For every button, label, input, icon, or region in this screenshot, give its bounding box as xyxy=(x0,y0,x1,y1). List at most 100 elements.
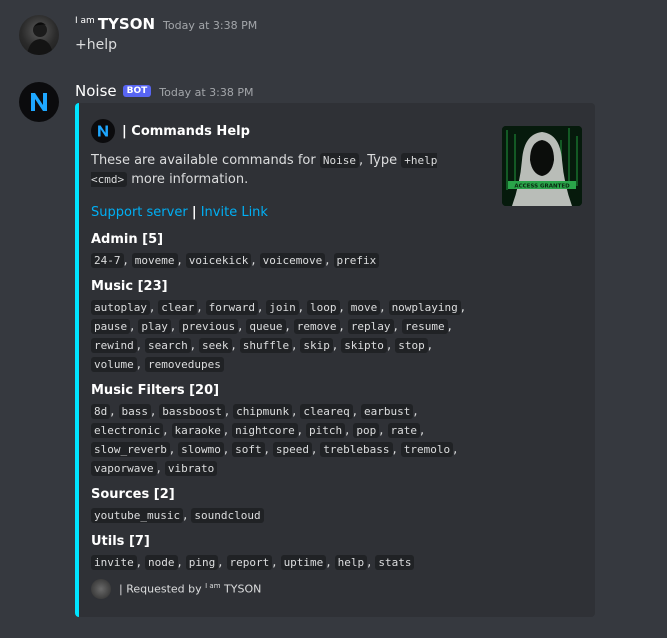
commands-embed: | Commands Help These are available comm… xyxy=(75,103,595,617)
embed-author: | Commands Help xyxy=(91,119,491,143)
field-title: Music [23] xyxy=(91,279,168,294)
command-code: pop xyxy=(353,423,380,438)
field-value: 8d, bass, bassboost, chipmunk, cleareq, … xyxy=(91,402,471,478)
command-code: karaoke xyxy=(171,423,224,438)
embed-field: Admin [5] 24-7, moveme, voicekick, voicem… xyxy=(91,231,491,270)
bot-message-header: Noise BOT Today at 3:38 PM xyxy=(75,82,253,104)
embed-field: Music [23] autoplay, clear, forward, join… xyxy=(91,278,491,374)
embed-fields: Admin [5] 24-7, moveme, voicekick, voicem… xyxy=(91,231,491,572)
command-code: help xyxy=(334,555,368,570)
command-code: moveme xyxy=(131,253,178,268)
command-code: queue xyxy=(246,319,286,334)
command-code: seek xyxy=(199,338,232,353)
command-code: youtube_music xyxy=(91,508,184,523)
command-code: skip xyxy=(300,338,333,353)
command-code: volume xyxy=(91,357,137,372)
command-code: clear xyxy=(158,300,198,315)
command-code: bass xyxy=(118,404,152,419)
user-avatar[interactable] xyxy=(19,15,59,55)
command-code: 8d xyxy=(91,404,111,419)
command-code: stop xyxy=(395,338,428,353)
field-value: youtube_music, soundcloud xyxy=(91,506,471,525)
command-code: loop xyxy=(307,300,340,315)
command-code: treblebass xyxy=(320,442,393,457)
embed-links: Support server | Invite Link xyxy=(91,205,491,223)
username-text: TYSON xyxy=(97,15,156,33)
command-code: soft xyxy=(232,442,265,457)
desc-code-bot: Noise xyxy=(319,153,359,168)
command-code: stats xyxy=(375,555,415,570)
command-code: previous xyxy=(179,319,239,334)
user-message-timestamp: Today at 3:38 PM xyxy=(163,19,258,32)
command-code: forward xyxy=(205,300,258,315)
command-code: bassboost xyxy=(159,404,225,419)
command-code: remove xyxy=(293,319,340,334)
noise-logo-icon xyxy=(98,125,108,137)
command-code: replay xyxy=(347,319,394,334)
chat-page: I am TYSON Today at 3:38 PM +help Noise B… xyxy=(0,0,667,638)
command-code: search xyxy=(145,338,191,353)
command-code: voicemove xyxy=(259,253,326,268)
desc-text-2: , Type xyxy=(358,153,402,168)
embed-field: Utils [7] invite, node, ping, report, upt… xyxy=(91,533,491,572)
thumbnail-caption: ACCESS GRANTED xyxy=(514,184,570,190)
command-code: speed xyxy=(272,442,313,457)
field-value: autoplay, clear, forward, join, loop, mo… xyxy=(91,298,471,374)
field-title: Sources [2] xyxy=(91,487,175,502)
command-code: nightcore xyxy=(232,423,298,438)
bot-message-timestamp: Today at 3:38 PM xyxy=(159,86,254,99)
embed-thumbnail[interactable]: ACCESS GRANTED xyxy=(502,126,582,206)
username-prefix: I am xyxy=(75,16,95,26)
command-code: pitch xyxy=(306,423,346,438)
command-code: ping xyxy=(185,555,219,570)
command-code: tremolo xyxy=(400,442,454,457)
command-code: shuffle xyxy=(239,338,293,353)
command-code: removedupes xyxy=(145,357,224,372)
command-code: slowmo xyxy=(178,442,224,457)
command-code: report xyxy=(226,555,273,570)
command-code: skipto xyxy=(341,338,387,353)
embed-author-name: | Commands Help xyxy=(122,123,250,139)
command-code: chipmunk xyxy=(233,404,293,419)
invite-link[interactable]: Invite Link xyxy=(201,205,268,220)
command-code: cleareq xyxy=(300,404,353,419)
command-code: slow_reverb xyxy=(91,442,170,457)
footer-name: TYSON xyxy=(220,582,262,596)
embed-field: Sources [2] youtube_music, soundcloud xyxy=(91,486,491,525)
command-code: rate xyxy=(387,423,421,438)
embed-footer: | Requested by I am TYSON xyxy=(91,579,261,599)
username[interactable]: I am TYSON xyxy=(75,15,155,33)
embed-description: These are available commands for Noise, … xyxy=(91,151,461,189)
command-code: pause xyxy=(91,319,131,334)
command-code: uptime xyxy=(280,555,327,570)
embed-author-icon xyxy=(91,119,115,143)
command-code: soundcloud xyxy=(191,508,264,523)
person-silhouette-icon xyxy=(27,22,53,55)
command-code: nowplaying xyxy=(388,300,461,315)
link-separator: | xyxy=(191,205,197,220)
command-code: autoplay xyxy=(91,300,150,315)
command-code: join xyxy=(266,300,299,315)
command-code: electronic xyxy=(91,423,164,438)
embed-body: | Commands Help These are available comm… xyxy=(91,119,491,572)
desc-text-3: more information. xyxy=(127,172,249,187)
bot-name[interactable]: Noise xyxy=(75,82,117,100)
user-message-header: I am TYSON Today at 3:38 PM xyxy=(75,15,257,37)
bot-avatar[interactable] xyxy=(19,82,59,122)
field-value: 24-7, moveme, voicekick, voicemove, pref… xyxy=(91,251,471,270)
command-code: resume xyxy=(401,319,448,334)
support-server-link[interactable]: Support server xyxy=(91,205,188,220)
footer-small: I am xyxy=(205,582,221,591)
command-code: voicekick xyxy=(185,253,252,268)
command-code: 24-7 xyxy=(91,253,124,268)
command-code: prefix xyxy=(333,253,380,268)
user-message-content: +help xyxy=(75,37,117,53)
field-title: Admin [5] xyxy=(91,232,164,247)
command-code: play xyxy=(138,319,171,334)
noise-logo-icon xyxy=(31,93,47,111)
field-value: invite, node, ping, report, uptime, help… xyxy=(91,553,471,572)
command-code: move xyxy=(347,300,381,315)
command-code: node xyxy=(145,555,178,570)
hooded-hacker-image: ACCESS GRANTED xyxy=(502,126,582,206)
bot-badge: BOT xyxy=(122,85,152,97)
